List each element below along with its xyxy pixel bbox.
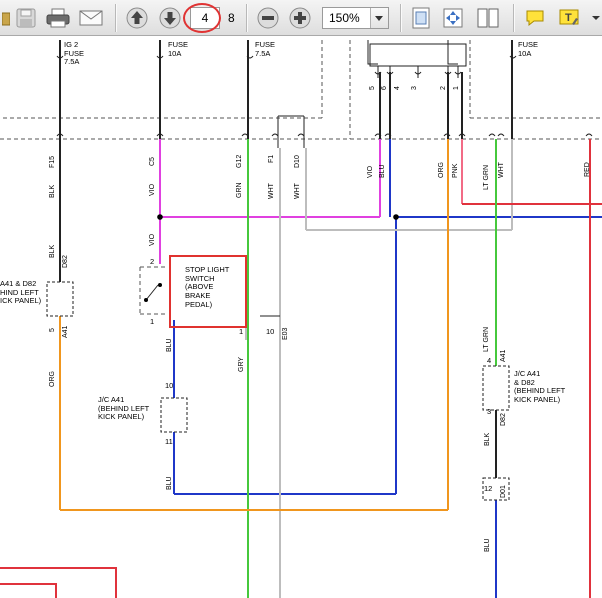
wiring-diagram [0,40,602,598]
pin-label-d10: D10 [294,155,301,168]
fuse-line: 10A [518,48,532,58]
fuse-ig2-label: IG 2 FUSE 7.5A [64,40,84,67]
open-folder-icon[interactable] [2,5,10,31]
wire-label-pnk: PNK [452,163,459,178]
pin-label-f15: F15 [49,155,56,168]
pin-label-g12: G12 [236,154,243,168]
fuse-10a-right-label: FUSE 10A [518,40,538,58]
save-icon[interactable] [13,5,39,31]
fuse-line: 10A [168,48,182,58]
page-number-highlight-circle [183,3,221,33]
zoom-level-select[interactable]: 150% [322,7,389,29]
zoom-in-icon[interactable] [287,5,313,31]
wire-label-vio: VIO [149,233,156,246]
connector-label-a41: A41 [500,349,507,362]
wire-label-blk: BLK [49,244,56,258]
pin-label-1: 1 [150,317,155,326]
jc-a41-d82-right-label: J/C A41 & D82 (BEHIND LEFT KICK PANEL) [514,369,566,404]
wire-label-wht: WHT [268,183,275,199]
full-screen-icon[interactable] [440,5,466,31]
comment-icon[interactable] [522,5,548,31]
toolbar-separator [115,4,117,32]
wire-label-blu: BLU [166,476,173,490]
pin-label-11: 11 [165,437,173,446]
fuse-line: 7.5A [255,48,271,58]
pin-label-10: 10 [165,381,174,390]
jc-a41-mid-label: J/C A41 (BEHIND LEFT KICK PANEL) [98,395,150,422]
wire-label-vio: VIO [149,183,156,196]
toolbar-separator [400,4,402,32]
chevron-down-icon[interactable] [370,8,388,28]
connector-label-e03: E03 [282,327,289,340]
print-icon[interactable] [45,5,71,31]
wire-label-wht: WHT [294,183,301,199]
pin-label-10: 10 [266,327,275,336]
fuse-10a-label: FUSE 10A [168,40,188,58]
pin-label-3: 3 [487,407,492,416]
two-page-icon[interactable] [475,5,501,31]
svg-text:T: T [565,12,572,24]
zoom-out-icon[interactable] [255,5,281,31]
wire-label-blk: BLK [49,184,56,198]
jc-a41-d82-left-label: A41 & D82 HIND LEFT ICK PANEL) [0,279,42,306]
wire-label-blk: BLK [484,432,491,446]
wire-label-org: ORG [438,162,445,178]
fit-page-icon[interactable] [408,5,434,31]
pin-label-c5: C5 [149,157,156,166]
page-count: 8 [228,11,235,25]
highlight-icon[interactable]: T [556,5,582,31]
wire-label-lt-grn: LT GRN [483,326,490,352]
wire-label-lt-grn: LT GRN [483,164,490,190]
pin-label-2: 2 [150,257,155,266]
pin-label: 1 [453,86,460,90]
fuse-line: 7.5A [64,57,80,67]
pin-label-1: 1 [239,327,244,336]
wire-label-vio: VIO [367,165,374,178]
stop-light-switch-highlight-box [169,255,247,328]
previous-page-icon[interactable] [124,5,150,31]
fuse-7-5a-label: FUSE 7.5A [255,40,275,58]
pin-label-12: 12 [484,484,493,493]
connector-bodies [46,281,510,501]
pin-label-5: 5 [49,328,56,332]
connector-label-d01: D01 [500,485,507,498]
toolbar-separator [513,4,515,32]
pin-label: 3 [411,86,418,90]
pin-label: 2 [440,86,447,90]
wire-label-red: RED [584,162,591,177]
wire-label-org: ORG [49,371,56,387]
wire-label-blu: BLU [379,164,386,178]
wire-label-wht: WHT [498,162,505,178]
sub-box [0,567,117,598]
pin-label: 5 [369,86,376,90]
zoom-level-value: 150% [329,11,360,25]
pdf-toolbar: 4 8 150% T [0,0,602,36]
pin-label: 6 [381,86,388,90]
pin-label-4: 4 [487,356,492,365]
connector-label-a41: A41 [62,325,69,338]
pin-label-f1: F1 [268,154,275,163]
toolbar-separator [246,4,248,32]
wire-label-grn: GRN [236,182,243,198]
wire-label-gry: GRY [238,356,245,372]
next-page-icon[interactable] [157,5,183,31]
connector-label-d82: D82 [500,413,507,426]
pin-label: 4 [394,86,401,90]
wire-label-blu: BLU [484,538,491,552]
wire-label-blu: BLU [166,338,173,352]
highlight-dropdown-icon[interactable] [590,5,602,31]
email-icon[interactable] [78,5,104,31]
connector-label-d82: D82 [62,255,69,268]
